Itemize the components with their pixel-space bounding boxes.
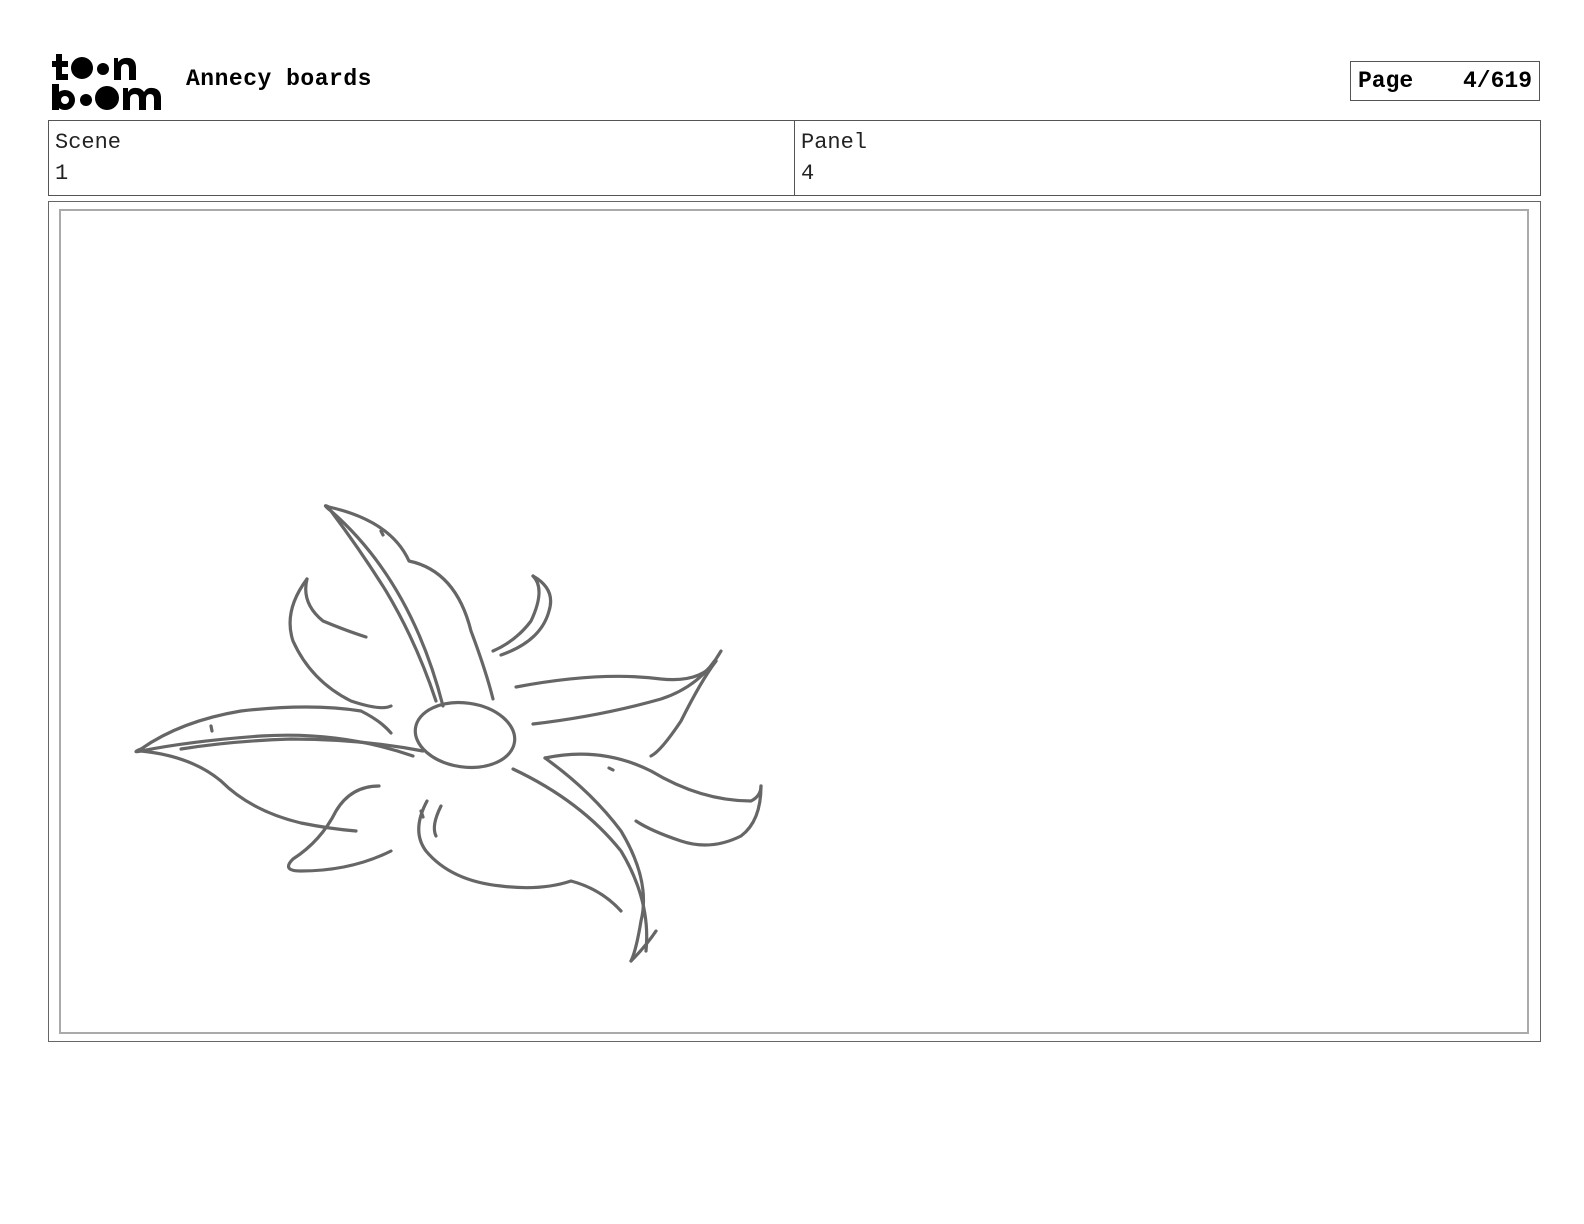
scene-value: 1 bbox=[55, 161, 69, 186]
page-number: 4/619 bbox=[1462, 68, 1532, 94]
panel-value: 4 bbox=[801, 161, 815, 186]
panel-drawing-area bbox=[59, 209, 1529, 1034]
panel-label: Panel bbox=[801, 130, 868, 155]
toon-boom-logo-icon bbox=[52, 54, 161, 110]
scene-panel-info: Scene 1 Panel 4 bbox=[48, 120, 1541, 196]
page-label: Page bbox=[1358, 68, 1414, 94]
panel-cell: Panel 4 bbox=[794, 121, 1540, 195]
scene-label: Scene bbox=[55, 130, 122, 155]
toon-boom-logo bbox=[52, 52, 164, 112]
board-title: Annecy boards bbox=[186, 66, 372, 92]
page-indicator: Page 4/619 bbox=[1350, 61, 1540, 101]
flower-sketch-icon bbox=[134, 504, 763, 963]
scene-cell: Scene 1 bbox=[49, 121, 794, 195]
storyboard-panel bbox=[48, 201, 1541, 1042]
